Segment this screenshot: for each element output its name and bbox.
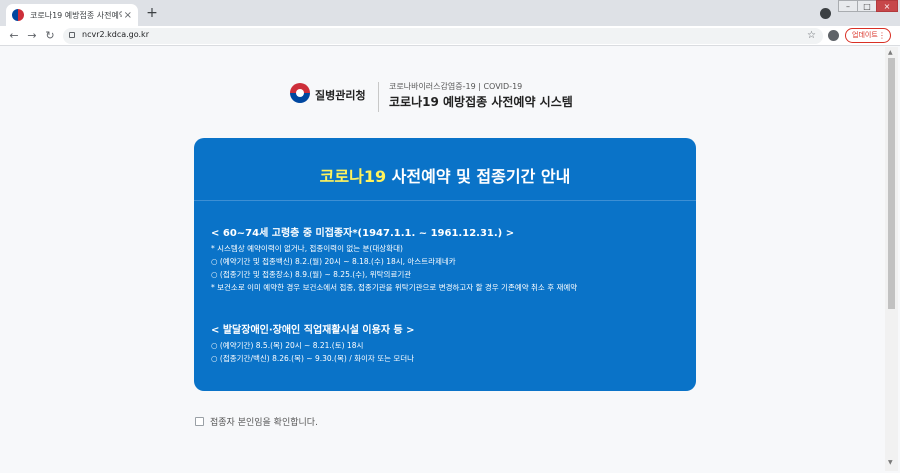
- address-bar[interactable]: ncvr2.kdca.go.kr: [63, 28, 823, 44]
- update-button[interactable]: 업데이트 ⋮: [845, 28, 891, 43]
- notice-line: ○ (접종기간 및 접종장소) 8.9.(월) ~ 8.25.(수), 위탁의료…: [211, 270, 412, 279]
- notice-section-disability: < 발달장애인·장애인 직업재활시설 이용자 등 > ○ (예약기간) 8.5.…: [211, 321, 691, 365]
- scroll-thumb[interactable]: [888, 58, 895, 309]
- reload-button[interactable]: ↻: [43, 29, 57, 43]
- confirm-label[interactable]: 접종자 본인임을 확인합니다.: [210, 415, 318, 428]
- notice-panel: 코로나19 사전예약 및 접종기간 안내 < 60~74세 고령층 중 미접종자…: [194, 138, 696, 391]
- menu-dots-icon[interactable]: ⋮: [878, 29, 886, 42]
- close-window-button[interactable]: ×: [876, 0, 898, 12]
- notice-line: ○ (예약기간) 8.5.(목) 20시 ~ 8.21.(토) 18시: [211, 341, 364, 350]
- update-label: 업데이트: [852, 31, 878, 39]
- forward-button[interactable]: →: [25, 29, 39, 43]
- government-emblem-icon: [290, 83, 310, 103]
- active-tab[interactable]: 코로나19 예방접종 사전예약 시스 ×: [6, 4, 138, 26]
- maximize-button[interactable]: □: [857, 0, 877, 12]
- back-button[interactable]: ←: [7, 29, 21, 43]
- tab-title: 코로나19 예방접종 사전예약 시스: [30, 10, 122, 20]
- site-header: 질병관리청 코로나바이러스감염증-19 | COVID-19 코로나19 예방접…: [290, 80, 610, 114]
- tab-close-icon[interactable]: ×: [124, 10, 132, 21]
- notice-line: * 보건소로 이미 예약한 경우 보건소에서 접종, 접종기관을 위탁기관으로 …: [211, 283, 578, 292]
- agency-name: 질병관리청: [315, 89, 366, 102]
- notice-line: ○ (접종기간/백신) 8.26.(목) ~ 9.30.(목) / 화이자 또는…: [211, 354, 415, 363]
- scroll-up-icon[interactable]: ▲: [888, 49, 893, 56]
- section-heading: < 60~74세 고령층 중 미접종자*(1947.1.1. ~ 1961.12…: [211, 228, 515, 239]
- notice-title-rest: 사전예약 및 접종기간 안내: [386, 167, 571, 186]
- section-heading: < 발달장애인·장애인 직업재활시설 이용자 등 >: [211, 325, 415, 336]
- tab-strip: 코로나19 예방접종 사전예약 시스 × + – □ ×: [0, 0, 900, 26]
- page-viewport: 질병관리청 코로나바이러스감염증-19 | COVID-19 코로나19 예방접…: [2, 47, 885, 471]
- notice-title: 코로나19 사전예약 및 접종기간 안내: [194, 163, 696, 187]
- profile-avatar-icon[interactable]: [828, 30, 839, 41]
- notice-line: * 시스템상 예약이력이 없거나, 접종이력이 없는 분(대상확대): [211, 244, 403, 253]
- browser-toolbar: ← → ↻ ncvr2.kdca.go.kr ☆ 업데이트 ⋮: [0, 26, 900, 46]
- notice-title-highlight: 코로나19: [319, 167, 387, 186]
- scroll-down-icon[interactable]: ▼: [888, 459, 893, 466]
- url-text[interactable]: ncvr2.kdca.go.kr: [82, 30, 149, 39]
- header-divider: [378, 82, 379, 112]
- header-sub-label: 코로나바이러스감염증-19 | COVID-19: [389, 82, 523, 91]
- minimize-button[interactable]: –: [838, 0, 858, 12]
- bookmark-star-icon[interactable]: ☆: [807, 29, 816, 43]
- identity-confirm[interactable]: 접종자 본인임을 확인합니다.: [195, 414, 318, 428]
- lock-icon: [69, 32, 75, 38]
- new-tab-button[interactable]: +: [145, 6, 159, 20]
- kdca-favicon-icon: [12, 9, 24, 21]
- notice-separator: [194, 200, 696, 201]
- tab-search-icon[interactable]: [820, 8, 831, 19]
- vertical-scrollbar[interactable]: ▲ ▼: [885, 47, 898, 471]
- notice-line: ○ (예약기간 및 접종백신) 8.2.(월) 20시 ~ 8.18.(수) 1…: [211, 257, 456, 266]
- notice-section-elderly: < 60~74세 고령층 중 미접종자*(1947.1.1. ~ 1961.12…: [211, 224, 691, 294]
- confirm-checkbox[interactable]: [195, 416, 204, 426]
- system-title: 코로나19 예방접종 사전예약 시스템: [389, 95, 573, 109]
